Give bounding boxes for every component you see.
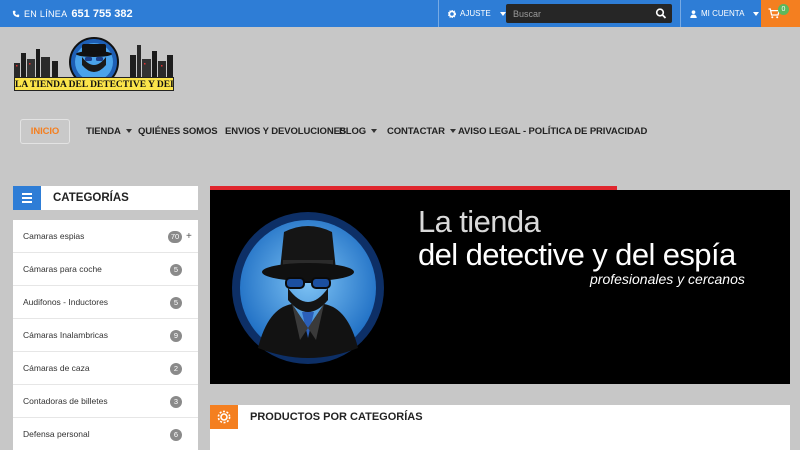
category-item[interactable]: Defensa personal 6 — [13, 418, 198, 450]
category-count-badge: 9 — [170, 330, 182, 342]
phone-icon — [12, 10, 20, 17]
phone-label: EN LÍNEA — [24, 8, 68, 19]
logo-text: LA TIENDA DEL DETECTIVE Y DEL ESPÍA — [14, 77, 174, 91]
category-label: Cámaras de caza — [23, 363, 90, 373]
nav-label: QUIÉNES SOMOS — [138, 126, 218, 137]
divider — [680, 0, 681, 27]
category-label: Audifonos - Inductores — [23, 297, 109, 307]
account-dropdown[interactable]: MI CUENTA — [690, 0, 760, 27]
cart-button[interactable]: 0 — [761, 0, 800, 27]
nav-item-aviso-legal[interactable]: AVISO LEGAL - POLÍTICA DE PRIVACIDAD — [458, 119, 647, 144]
settings-icon — [210, 405, 238, 429]
chevron-down-icon — [371, 129, 378, 134]
categories-title: CATEGORÍAS — [53, 192, 129, 204]
user-icon — [690, 9, 697, 18]
nav-label: TIENDA — [86, 126, 121, 137]
nav-item-tienda[interactable]: TIENDA — [86, 119, 132, 144]
category-label: Defensa personal — [23, 429, 90, 439]
divider — [438, 0, 439, 27]
nav-label: ENVIOS Y DEVOLUCIONES — [225, 126, 347, 137]
category-item[interactable]: Cámaras para coche 5 — [13, 253, 198, 286]
detective-emblem-icon — [232, 212, 384, 364]
category-label: Contadoras de billetes — [23, 396, 108, 406]
nav-item-inicio[interactable]: INICIO — [20, 119, 70, 144]
account-label: MI CUENTA — [701, 9, 745, 18]
products-title: PRODUCTOS POR CATEGORÍAS — [250, 411, 423, 423]
category-count-badge: 5 — [170, 264, 182, 276]
phone-info: EN LÍNEA 651 755 382 — [12, 0, 133, 27]
settings-label: AJUSTE — [460, 9, 491, 18]
expand-icon[interactable]: + — [186, 220, 192, 253]
category-label: Camaras espias — [23, 231, 85, 241]
banner-line-1: La tienda — [418, 204, 541, 239]
nav-item-blog[interactable]: BLOG — [339, 119, 378, 144]
products-section-header: PRODUCTOS POR CATEGORÍAS — [210, 405, 790, 450]
categories-list: Camaras espias 70 + Cámaras para coche 5… — [13, 220, 198, 450]
nav-label: INICIO — [30, 126, 60, 137]
category-count-badge: 3 — [170, 396, 182, 408]
categories-header: CATEGORÍAS — [13, 186, 198, 210]
gear-icon — [448, 9, 456, 18]
chevron-down-icon — [449, 129, 456, 134]
category-label: Cámaras para coche — [23, 264, 102, 274]
banner-tagline: profesionales y cercanos — [590, 271, 745, 287]
settings-dropdown[interactable]: AJUSTE — [448, 0, 506, 27]
nav-label: AVISO LEGAL - POLÍTICA DE PRIVACIDAD — [458, 126, 648, 137]
chevron-down-icon — [125, 129, 132, 134]
search-box — [506, 4, 672, 23]
nav-item-quienes-somos[interactable]: QUIÉNES SOMOS — [138, 119, 218, 144]
search-icon[interactable] — [655, 7, 667, 20]
category-count-badge: 6 — [170, 429, 182, 441]
category-item[interactable]: Cámaras Inalambricas 9 — [13, 319, 198, 352]
banner-line-2: del detective y del espía — [418, 237, 736, 272]
category-label: Cámaras Inalambricas — [23, 330, 109, 340]
menu-icon[interactable] — [13, 186, 41, 210]
category-item[interactable]: Cámaras de caza 2 — [13, 352, 198, 385]
hero-banner[interactable]: La tienda del detective y del espía prof… — [210, 190, 790, 384]
phone-number[interactable]: 651 755 382 — [71, 8, 132, 20]
nav-label: CONTACTAR — [387, 126, 445, 137]
category-item[interactable]: Audifonos - Inductores 5 — [13, 286, 198, 319]
cart-count-badge: 0 — [778, 4, 789, 15]
nav-label: BLOG — [339, 126, 367, 137]
chevron-down-icon — [499, 11, 506, 16]
nav-item-envios[interactable]: ENVIOS Y DEVOLUCIONES — [225, 119, 346, 144]
nav-item-contactar[interactable]: CONTACTAR — [387, 119, 456, 144]
top-bar: EN LÍNEA 651 755 382 AJUSTE MI CUENTA 0 — [0, 0, 800, 27]
category-count-badge: 5 — [170, 297, 182, 309]
search-input[interactable] — [506, 4, 646, 23]
category-count-badge: 2 — [170, 363, 182, 375]
category-count-badge: 70 — [168, 231, 182, 243]
chevron-down-icon — [753, 11, 760, 16]
category-item[interactable]: Camaras espias 70 + — [13, 220, 198, 253]
category-item[interactable]: Contadoras de billetes 3 — [13, 385, 198, 418]
